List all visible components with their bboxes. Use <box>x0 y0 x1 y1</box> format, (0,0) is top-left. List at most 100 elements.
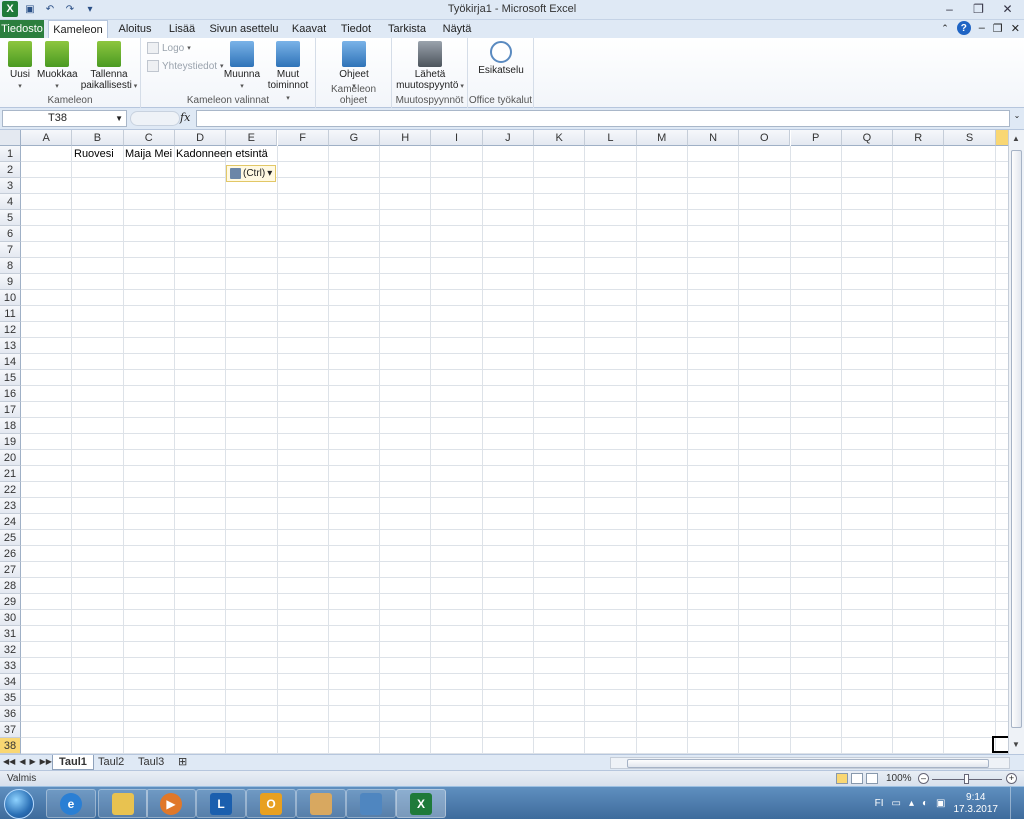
language-indicator[interactable]: FI <box>875 798 884 809</box>
zoom-slider[interactable]: – + <box>918 773 1018 785</box>
row-header[interactable]: 31 <box>0 626 21 642</box>
column-header[interactable]: E <box>226 130 278 146</box>
tab-sivun-asettelu[interactable]: Sivun asettelu <box>208 20 280 38</box>
taskbar-outlook[interactable]: O <box>246 789 296 818</box>
row-header[interactable]: 3 <box>0 178 21 194</box>
next-sheet-icon[interactable]: ▶ <box>29 757 35 766</box>
minimize-button[interactable]: – <box>935 0 964 18</box>
volume-icon[interactable]: ◐ <box>922 798 928 809</box>
clock[interactable]: 9:14 17.3.2017 <box>954 792 999 816</box>
zoom-slider-knob[interactable] <box>964 774 969 784</box>
workbook-close-icon[interactable]: ✕ <box>1011 22 1020 35</box>
row-header[interactable]: 27 <box>0 562 21 578</box>
row-header[interactable]: 28 <box>0 578 21 594</box>
active-cell-t38[interactable] <box>992 736 1008 753</box>
row-header[interactable]: 19 <box>0 434 21 450</box>
cell-c1[interactable]: Maija Mei <box>125 146 172 162</box>
row-header[interactable]: 30 <box>0 610 21 626</box>
column-header[interactable]: G <box>328 130 381 146</box>
column-header[interactable]: S <box>944 130 996 146</box>
column-header[interactable]: R <box>893 130 945 146</box>
row-header[interactable]: 13 <box>0 338 21 354</box>
column-header[interactable] <box>995 130 1008 146</box>
page-break-view-icon[interactable] <box>866 773 878 784</box>
esikatselu-button[interactable]: Esikatselu <box>474 41 528 76</box>
row-header[interactable]: 32 <box>0 642 21 658</box>
row-header[interactable]: 1 <box>0 146 21 162</box>
row-header[interactable]: 23 <box>0 498 21 514</box>
logo-button[interactable]: Logo ▾ <box>147 42 191 54</box>
row-header[interactable]: 5 <box>0 210 21 226</box>
column-header[interactable]: A <box>21 130 73 146</box>
worksheet-grid[interactable]: A B C D E F G H I J K L M N O P Q R S 1 2 3 4 5 6 7 8 9 10 11 12 13 14 15… <box>0 130 1008 754</box>
taskbar-excel[interactable]: X <box>396 789 446 818</box>
last-sheet-icon[interactable]: ▶▶ <box>40 757 52 766</box>
expand-formula-bar-icon[interactable]: ⌄ <box>1012 111 1022 126</box>
row-header[interactable]: 10 <box>0 290 21 306</box>
column-header[interactable]: O <box>739 130 791 146</box>
row-header[interactable]: 14 <box>0 354 21 370</box>
column-header[interactable]: J <box>482 130 534 146</box>
zoom-in-icon[interactable]: + <box>1006 773 1017 784</box>
column-header[interactable]: C <box>123 130 175 146</box>
name-box[interactable]: T38 ▼ <box>2 110 127 127</box>
row-header[interactable]: 21 <box>0 466 21 482</box>
row-header[interactable]: 17 <box>0 402 21 418</box>
muokkaa-button[interactable]: Muokkaa ▾ <box>37 41 78 92</box>
insert-sheet-icon[interactable]: ⊞ <box>172 755 193 770</box>
laheta-muutospyynto-button[interactable]: Lähetä muutospyyntö ▾ <box>396 41 464 92</box>
taskbar-ie[interactable]: e <box>46 789 96 818</box>
taskbar-explorer[interactable] <box>98 789 148 818</box>
tab-nayta[interactable]: Näytä <box>438 20 476 38</box>
network-icon[interactable]: ▣ <box>936 798 945 809</box>
sheet-tab-taul1[interactable]: Taul1 <box>52 755 94 770</box>
scroll-up-icon[interactable]: ▲ <box>1012 134 1020 143</box>
close-button[interactable]: ✕ <box>993 0 1022 18</box>
select-all-corner[interactable] <box>0 130 21 146</box>
row-header[interactable]: 33 <box>0 658 21 674</box>
yhteystiedot-button[interactable]: Yhteystiedot ▾ <box>147 60 224 72</box>
formula-input[interactable] <box>196 110 1010 127</box>
row-header[interactable]: 9 <box>0 274 21 290</box>
workbook-minimize-icon[interactable]: – <box>979 22 985 34</box>
row-header[interactable]: 37 <box>0 722 21 738</box>
name-box-dropdown-icon[interactable]: ▼ <box>115 111 123 126</box>
keyboard-icon[interactable]: ▭ <box>892 798 901 809</box>
start-button[interactable] <box>4 789 34 819</box>
row-header[interactable]: 6 <box>0 226 21 242</box>
column-header[interactable]: F <box>277 130 329 146</box>
row-header[interactable]: 29 <box>0 594 21 610</box>
tab-aloitus[interactable]: Aloitus <box>114 20 156 38</box>
row-header[interactable]: 25 <box>0 530 21 546</box>
row-header[interactable]: 26 <box>0 546 21 562</box>
normal-view-icon[interactable] <box>836 773 848 784</box>
row-header[interactable]: 4 <box>0 194 21 210</box>
show-desktop-button[interactable] <box>1010 787 1024 819</box>
row-header[interactable]: 2 <box>0 162 21 178</box>
row-header[interactable]: 18 <box>0 418 21 434</box>
row-header[interactable]: 36 <box>0 706 21 722</box>
first-sheet-icon[interactable]: ◀◀ <box>3 757 15 766</box>
restore-button[interactable]: ❐ <box>964 0 993 18</box>
horizontal-scrollbar[interactable] <box>610 757 1010 769</box>
horizontal-scroll-thumb[interactable] <box>627 759 989 768</box>
row-header[interactable]: 15 <box>0 370 21 386</box>
page-layout-view-icon[interactable] <box>851 773 863 784</box>
tray-expand-icon[interactable]: ▴ <box>909 798 914 809</box>
row-header[interactable]: 8 <box>0 258 21 274</box>
insert-function-icon[interactable]: fx <box>180 111 190 124</box>
column-header[interactable]: B <box>72 130 124 146</box>
row-header[interactable]: 35 <box>0 690 21 706</box>
zoom-level[interactable]: 100% <box>886 773 912 784</box>
tab-tiedot[interactable]: Tiedot <box>336 20 376 38</box>
row-header[interactable]: 20 <box>0 450 21 466</box>
minimize-ribbon-icon[interactable]: ⌃ <box>941 23 949 34</box>
tab-kameleon[interactable]: Kameleon <box>48 20 108 39</box>
column-header[interactable]: L <box>585 130 637 146</box>
paste-options-button[interactable]: (Ctrl) ▾ <box>226 165 277 182</box>
uusi-button[interactable]: Uusi ▾ <box>6 41 34 92</box>
row-header[interactable]: 24 <box>0 514 21 530</box>
zoom-out-icon[interactable]: – <box>918 773 929 784</box>
cell-b1[interactable]: Ruovesi <box>74 146 114 162</box>
taskbar-paint[interactable] <box>296 789 346 818</box>
